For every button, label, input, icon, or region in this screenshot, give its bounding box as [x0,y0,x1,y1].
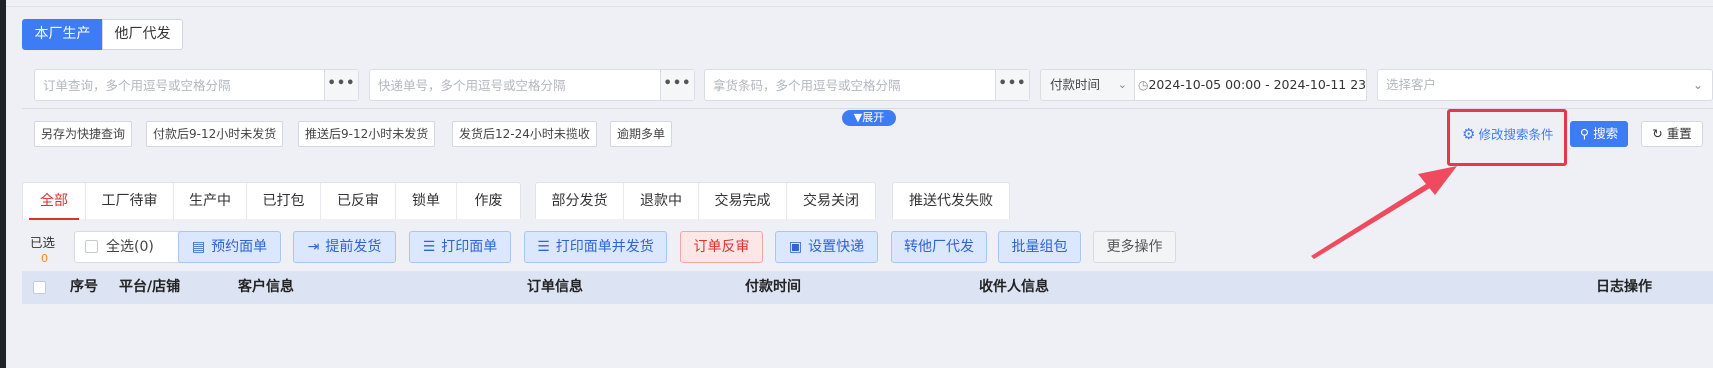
chevron-down-icon: ⌄ [1692,78,1703,92]
header-checkbox[interactable] [33,281,46,294]
doc-icon: ▤ [191,239,206,255]
barcode-icon: ☰ [422,239,436,255]
reserve-waybill-button[interactable]: ▤ 预约面单 [178,231,281,263]
customer-placeholder: 选择客户 [1386,77,1437,92]
tab-voided[interactable]: 作废 [457,183,520,220]
status-tabs-main: 全部 工厂待审 生产中 已打包 已反审 锁单 作废 [22,182,521,220]
quick-filter-shipped-uncollected[interactable]: 发货后12-24小时未揽收 [452,121,597,147]
reset-label: 重置 [1666,126,1692,141]
order-more-button[interactable]: ••• [324,70,358,100]
tab-completed[interactable]: 交易完成 [699,183,787,220]
chevron-down-icon: ⌄ [1117,78,1127,91]
refresh-icon: ↻ [1652,126,1663,141]
gear-icon: ⚙ [1462,125,1476,143]
col-platform-shop: 平台/店铺 [119,279,181,295]
window-edge [0,0,6,368]
search-button[interactable]: ⚲ 搜索 [1570,121,1628,147]
quick-filter-paid-unshipped[interactable]: 付款后9-12小时未发货 [146,121,284,147]
barcode-search-group: ••• [704,69,1030,101]
quick-filter-overdue[interactable]: 逾期多单 [610,121,673,147]
expand-label: 展开 [862,111,885,124]
print-and-ship-label: 打印面单并发货 [555,239,654,255]
search-label: 搜索 [1593,126,1619,141]
set-express-label: 设置快递 [808,239,865,255]
reserve-waybill-label: 预约面单 [211,239,268,255]
early-ship-label: 提前发货 [325,239,382,255]
tab-producing[interactable]: 生产中 [174,183,247,220]
app-frame: 本厂生产 他厂代发 ••• ••• ••• 付款时间 ⌄ ◷2024-10-05… [0,0,1713,368]
col-index: 序号 [70,279,98,295]
time-type-label: 付款时间 [1050,77,1101,92]
tab-reviewed-back[interactable]: 已反审 [321,183,396,220]
tab-own-factory[interactable]: 本厂生产 [22,19,103,50]
quick-filter-pushed-unshipped[interactable]: 推送后9-12小时未发货 [298,121,436,147]
tab-packed[interactable]: 已打包 [247,183,321,220]
time-type-select[interactable]: 付款时间 ⌄ [1040,69,1135,101]
print-waybill-label: 打印面单 [441,239,498,255]
tab-refunding[interactable]: 退款中 [624,183,699,220]
express-search-group: ••• [369,69,695,101]
barcode-icon: ☰ [537,239,550,255]
batch-pack-button[interactable]: 批量组包 [998,231,1081,263]
save-quick-query-button[interactable]: 另存为快捷查询 [34,121,133,147]
table-header: 序号 平台/店铺 客户信息 订单信息 付款时间 收件人信息 日志操作 [22,271,1713,304]
col-customer-info: 客户信息 [238,279,294,295]
checkbox-icon [85,240,98,253]
tab-partial-shipped[interactable]: 部分发货 [536,183,624,220]
more-actions-button[interactable]: 更多操作 [1093,231,1176,263]
barcode-more-button[interactable]: ••• [995,70,1029,100]
tab-other-factory[interactable]: 他厂代发 [102,19,183,50]
early-ship-button[interactable]: ⇥ 提前发货 [293,231,396,263]
arrow-head [1418,166,1457,195]
col-receiver-info: 收件人信息 [979,279,1049,295]
customer-select[interactable]: 选择客户 ⌄ [1377,69,1713,101]
col-log-actions: 日志操作 [1596,279,1652,295]
tab-closed[interactable]: 交易关闭 [787,183,875,220]
barcode-search-input[interactable] [705,70,995,100]
search-icon: ⚲ [1579,126,1590,141]
col-pay-time: 付款时间 [745,279,801,295]
express-search-input[interactable] [370,70,660,100]
selected-count: 0 [41,252,48,265]
clock-icon: ◷ [1138,78,1149,92]
print-and-ship-button[interactable]: ☰ 打印面单并发货 [524,231,667,263]
tab-factory-pending[interactable]: 工厂待审 [86,183,174,220]
order-search-input[interactable] [35,70,325,100]
select-all-label: 全选(0) [106,239,154,255]
box-icon: ▣ [788,239,803,255]
col-order-info: 订单信息 [527,279,583,295]
tab-locked[interactable]: 锁单 [396,183,457,220]
modify-search-button[interactable]: ⚙ 修改搜索条件 [1462,124,1553,145]
order-review-back-button[interactable]: 订单反审 [680,231,763,263]
expand-button[interactable]: ▼展开 [842,110,896,126]
modify-search-label: 修改搜索条件 [1478,127,1554,142]
arrow-shaft [1311,184,1430,259]
status-tabs-push: 推送代发失败 [892,182,1010,219]
tab-push-failed[interactable]: 推送代发失败 [893,183,1009,220]
triangle-down-icon: ▼ [853,111,863,124]
express-more-button[interactable]: ••• [660,70,694,100]
selected-label: 已选 [30,235,56,250]
date-range-picker[interactable]: ◷2024-10-05 00:00 - 2024-10-11 23:59 [1135,69,1367,101]
reset-button[interactable]: ↻ 重置 [1641,121,1703,147]
date-range-value: 2024-10-05 00:00 - 2024-10-11 23:59 [1148,77,1367,92]
tab-all[interactable]: 全部 [23,183,86,220]
status-tabs-shipping: 部分发货 退款中 交易完成 交易关闭 [535,182,876,220]
send-icon: ⇥ [307,239,320,255]
set-express-button[interactable]: ▣ 设置快递 [775,231,878,263]
transfer-factory-button[interactable]: 转他厂代发 [891,231,987,263]
order-search-group: ••• [34,69,359,101]
print-waybill-button[interactable]: ☰ 打印面单 [409,231,511,263]
top-divider [6,6,1713,7]
